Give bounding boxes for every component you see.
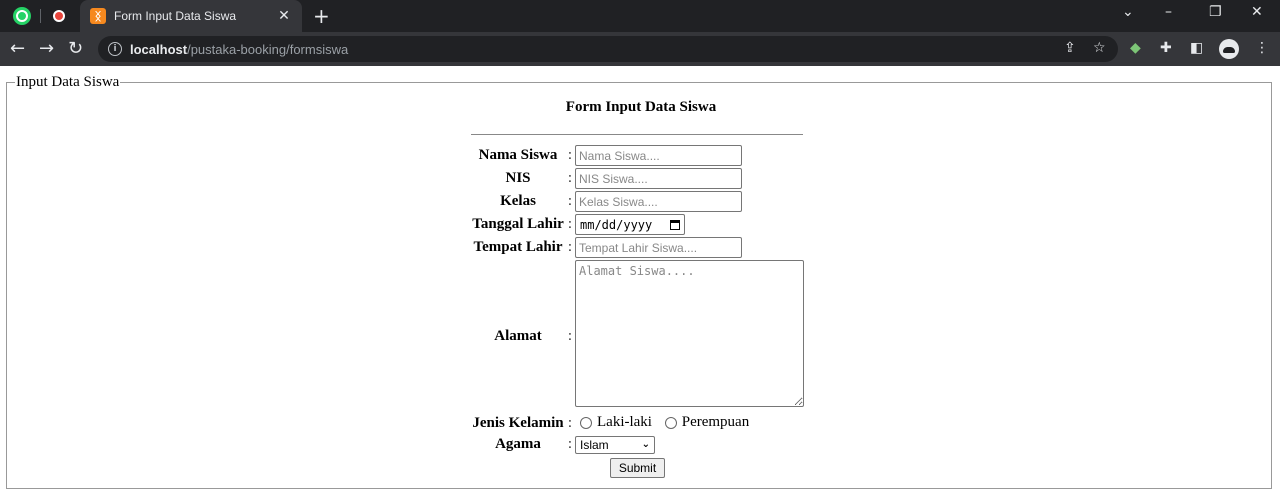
share-icon[interactable]: ⇪ [1064, 40, 1076, 56]
record-icon[interactable] [50, 7, 68, 25]
page-content: Input Data Siswa Form Input Data Siswa N… [0, 66, 1280, 499]
radio-label-perempuan: Perempuan [681, 414, 750, 430]
radio-label-laki-laki: Laki-laki [597, 414, 652, 430]
radio-circle[interactable] [664, 416, 677, 429]
restore-icon[interactable]: ❐ [1209, 4, 1222, 20]
profile-avatar-icon[interactable] [1219, 39, 1239, 59]
puzzle-icon[interactable]: ✚ [1160, 40, 1172, 56]
row-submit: Submit [471, 455, 804, 479]
colon: : [567, 415, 573, 432]
row-alamat: Alamat : [471, 259, 804, 413]
site-info-icon[interactable]: i [108, 42, 122, 56]
submit-button[interactable]: Submit [610, 457, 665, 478]
chevron-down-icon: ⌄ [641, 439, 650, 450]
minimize-icon[interactable]: – [1165, 4, 1172, 20]
row-tanggal: Tanggal Lahir : mm/dd/yyyy [471, 213, 804, 236]
bookmark-star-icon[interactable]: ☆ [1093, 40, 1106, 56]
colon: : [567, 239, 573, 255]
row-nis: NIS : [471, 167, 804, 190]
radio-laki-laki[interactable]: Laki-laki [575, 414, 652, 431]
colon: : [567, 216, 573, 232]
row-jenis-kelamin: Jenis Kelamin : Laki-laki Perempuan [471, 413, 804, 435]
browser-toolbar: ← → ↻ i localhost/pustaka-booking/formsi… [0, 32, 1280, 66]
colon: : [567, 193, 573, 209]
new-tab-button[interactable]: + [313, 4, 330, 28]
label-nis: NIS [505, 170, 531, 186]
tab-separator [40, 9, 41, 23]
tempat-input[interactable] [575, 237, 742, 258]
form-table: Nama Siswa : NIS : Kelas : Tanggal Lahir… [471, 144, 804, 479]
calendar-icon[interactable] [670, 219, 680, 230]
colon: : [567, 327, 573, 344]
whatsapp-icon[interactable] [13, 7, 31, 25]
radio-perempuan[interactable]: Perempuan [660, 414, 749, 431]
kelas-input[interactable] [575, 191, 742, 212]
colon: : [567, 147, 573, 163]
side-panel-icon[interactable]: ◧ [1190, 40, 1203, 56]
label-nama: Nama Siswa [478, 147, 558, 163]
colon: : [567, 436, 573, 452]
date-value: mm/dd/yyyy [580, 217, 653, 232]
label-alamat: Alamat [494, 327, 542, 344]
input-fieldset: Input Data Siswa Form Input Data Siswa N… [6, 74, 1272, 489]
nama-input[interactable] [575, 145, 742, 166]
fieldset-legend: Input Data Siswa [16, 74, 120, 90]
extension-icon[interactable]: ◆ [1130, 40, 1141, 56]
label-agama: Agama [495, 436, 541, 452]
address-bar[interactable]: i localhost/pustaka-booking/formsiswa [98, 36, 1118, 62]
menu-kebab-icon[interactable]: ⋮ [1255, 40, 1269, 56]
nis-input[interactable] [575, 168, 742, 189]
radio-circle[interactable] [580, 416, 592, 429]
close-window-icon[interactable]: ✕ [1251, 4, 1263, 20]
title-divider [471, 134, 803, 135]
reload-icon[interactable]: ↻ [68, 38, 83, 59]
form-title: Form Input Data Siswa [565, 99, 717, 115]
label-jenis-kelamin: Jenis Kelamin [472, 415, 564, 432]
agama-select[interactable]: Islam ⌄ [575, 435, 655, 454]
alamat-textarea[interactable] [575, 260, 804, 407]
forward-icon[interactable]: → [39, 38, 54, 59]
browser-titlebar: ᛝ Form Input Data Siswa ✕ + ⌄ – ❐ ✕ [0, 0, 1280, 32]
tab-title: Form Input Data Siswa [114, 9, 237, 23]
row-kelas: Kelas : [471, 190, 804, 213]
xampp-favicon-icon: ᛝ [90, 8, 106, 24]
back-icon[interactable]: ← [10, 38, 25, 59]
label-tanggal: Tanggal Lahir [472, 216, 564, 232]
close-tab-icon[interactable]: ✕ [276, 8, 292, 24]
label-tempat: Tempat Lahir [473, 239, 563, 255]
student-form: Form Input Data Siswa Nama Siswa : NIS :… [471, 99, 811, 479]
agama-selected-value: Islam [580, 437, 609, 452]
colon: : [567, 170, 573, 186]
label-kelas: Kelas [500, 193, 536, 209]
url-text: localhost/pustaka-booking/formsiswa [130, 41, 349, 57]
tab-search-icon[interactable]: ⌄ [1122, 4, 1134, 20]
row-tempat: Tempat Lahir : [471, 236, 804, 259]
row-agama: Agama : Islam ⌄ [471, 435, 804, 455]
tanggal-date-input[interactable]: mm/dd/yyyy [575, 214, 685, 235]
active-tab[interactable]: ᛝ Form Input Data Siswa ✕ [80, 0, 302, 32]
row-nama: Nama Siswa : [471, 144, 804, 167]
